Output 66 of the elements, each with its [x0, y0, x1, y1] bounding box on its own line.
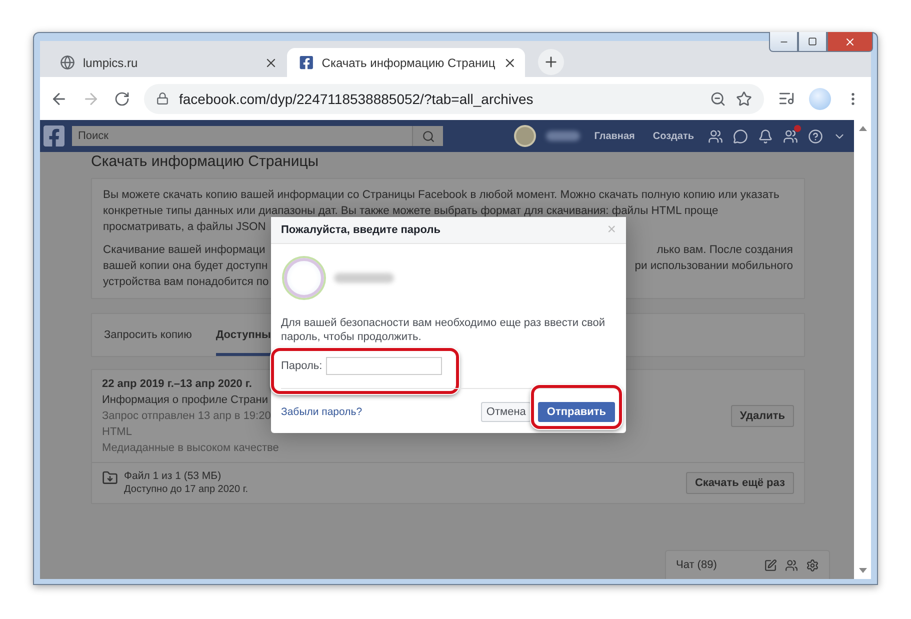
maximize-button[interactable]	[798, 32, 827, 52]
settings-icon[interactable]	[806, 558, 819, 572]
password-label: Пароль:	[281, 359, 322, 374]
people-icon[interactable]	[785, 558, 798, 572]
submit-button[interactable]: Отправить	[538, 402, 615, 422]
close-icon[interactable]	[844, 36, 856, 48]
chat-bar[interactable]: Чат (89)	[665, 550, 830, 579]
password-field[interactable]	[326, 357, 442, 375]
file-name: Файл 1 из 1 (53 МБ)	[124, 470, 222, 483]
blurred-name	[334, 273, 394, 283]
dialog-title: Пожалуйста, введите пароль	[281, 223, 440, 238]
archive-detail: HTML	[102, 425, 133, 440]
delete-button[interactable]: Удалить	[730, 405, 794, 427]
tab-title: lumpics.ru	[83, 56, 139, 70]
search-icon	[422, 130, 434, 142]
page-tab[interactable]: Запросить копию	[104, 314, 192, 356]
address-text: facebook.com/dyp/2247118538885052/?tab=all_archives	[179, 90, 534, 106]
description-text: лько вам. После создания	[656, 243, 793, 258]
tab-title: Скачать информацию Страниц	[322, 56, 496, 70]
plus-icon	[543, 54, 559, 70]
description-text: вашей копии она будет доступн	[103, 259, 268, 274]
maximize-icon[interactable]	[808, 37, 817, 46]
new-tab-button[interactable]	[538, 49, 564, 75]
search-field[interactable]: Поиск	[72, 126, 412, 146]
description-text: устройства вам понадобится по	[103, 275, 269, 290]
address-bar[interactable]: facebook.com/dyp/2247118538885052/?tab=all_archives	[144, 84, 764, 114]
folder-download-icon	[102, 470, 118, 486]
dialog-message: Для вашей безопасности вам необходимо еще раз ввести свой пароль, чтобы продолжить.	[281, 316, 606, 344]
archive-detail: Запрос отправлен 13 апр в 19:20	[102, 409, 272, 424]
star-icon[interactable]	[736, 90, 752, 106]
blurred-name	[546, 131, 580, 141]
cancel-button[interactable]: Отмена	[481, 402, 531, 422]
zoom-out-icon[interactable]	[710, 90, 726, 106]
reload-icon[interactable]	[114, 90, 130, 106]
page-title: Скачать информацию Страницы	[91, 152, 320, 172]
description-text: просматривать, а файлы JSON	[103, 220, 266, 235]
globe-icon	[60, 55, 75, 70]
edit-icon[interactable]	[764, 558, 777, 572]
download-button[interactable]: Скачать ещё раз	[686, 472, 794, 494]
description-text: Вы можете скачать копию вашей информации со Страницы Facebook в любой момент. Можно скачать полную копию или указать	[103, 188, 780, 203]
browser-tab[interactable]: lumpics.ru	[48, 48, 286, 77]
archive-detail: Медиаданные в высоком качестве	[102, 441, 279, 456]
bell-icon[interactable]	[758, 128, 773, 144]
description-text: конкретные типы данных или диапазоны дат. Вы также можете выбрать формат для скачивания: файлы HTML проще	[103, 204, 718, 219]
date-range: 22 апр 2019 г.–13 апр 2020 г.	[102, 377, 253, 392]
scrollbar[interactable]	[854, 120, 871, 579]
facebook-logo[interactable]	[42, 124, 66, 148]
forgot-password-link[interactable]: Забыли пароль?	[281, 406, 362, 418]
search-button[interactable]	[412, 126, 443, 146]
media-icon[interactable]	[778, 90, 795, 107]
description-text: Скачивание вашей информаци	[103, 243, 266, 258]
browser-tab[interactable]: Скачать информацию Страниц	[287, 48, 525, 77]
minimize-button[interactable]	[769, 32, 798, 52]
file-availability: Доступно до 17 апр 2020 г.	[124, 483, 248, 496]
messenger-icon[interactable]	[733, 128, 748, 144]
description-text: ри использовании мобильного	[634, 259, 793, 274]
help-icon[interactable]	[808, 128, 823, 144]
chat-label: Чат (89)	[676, 558, 718, 573]
archive-title: Информация о профиле Страни	[102, 393, 269, 408]
nav-link[interactable]: Создать	[648, 130, 698, 142]
friends-icon[interactable]	[708, 128, 723, 144]
page-logo	[284, 258, 324, 298]
avatar-circle[interactable]	[514, 125, 536, 147]
lock-icon	[156, 92, 169, 105]
nav-link[interactable]: Главная	[590, 130, 639, 142]
facebook-logo	[299, 55, 314, 70]
